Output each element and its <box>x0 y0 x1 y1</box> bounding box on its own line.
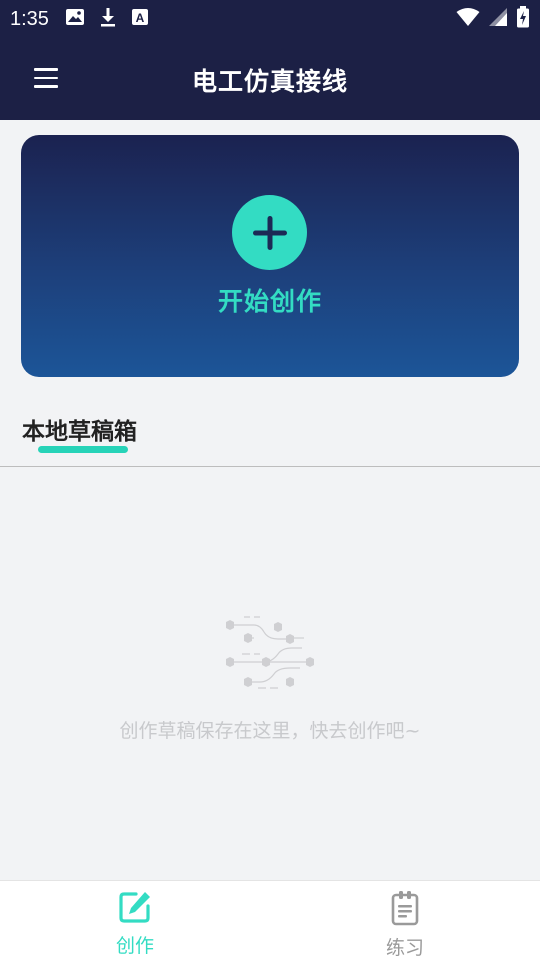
status-time: 1:35 <box>10 7 49 30</box>
status-bar: 1:35 A <box>0 0 540 38</box>
image-icon <box>65 8 85 30</box>
nav-label-practice: 练习 <box>385 937 424 959</box>
divider <box>0 466 540 467</box>
nav-item-create[interactable]: 创作 <box>75 889 195 958</box>
battery-charging-icon <box>516 6 530 32</box>
nav-label-create: 创作 <box>115 935 154 957</box>
notification-icons: A <box>65 7 149 31</box>
bottom-nav: 创作 练习 <box>0 880 540 960</box>
text-a-icon: A <box>131 8 149 30</box>
start-create-label: 开始创作 <box>217 287 322 316</box>
edit-icon <box>117 889 153 929</box>
svg-text:A: A <box>136 11 145 25</box>
page-title: 电工仿真接线 <box>191 67 348 96</box>
app-bar: 电工仿真接线 <box>0 38 540 120</box>
signal-icon <box>488 7 508 31</box>
start-create-button[interactable]: 开始创作 <box>21 135 519 377</box>
circuit-illustration-icon <box>220 612 320 692</box>
nav-item-practice[interactable]: 练习 <box>345 889 465 960</box>
plus-icon <box>232 195 307 270</box>
download-icon <box>99 7 117 31</box>
wifi-icon <box>456 7 480 31</box>
tab-local-drafts[interactable]: 本地草稿箱 <box>22 412 137 446</box>
tab-indicator <box>38 446 128 453</box>
clipboard-icon <box>387 889 423 931</box>
empty-state-message: 创作草稿保存在这里，快去创作吧~ <box>119 720 421 742</box>
system-icons <box>456 6 530 32</box>
